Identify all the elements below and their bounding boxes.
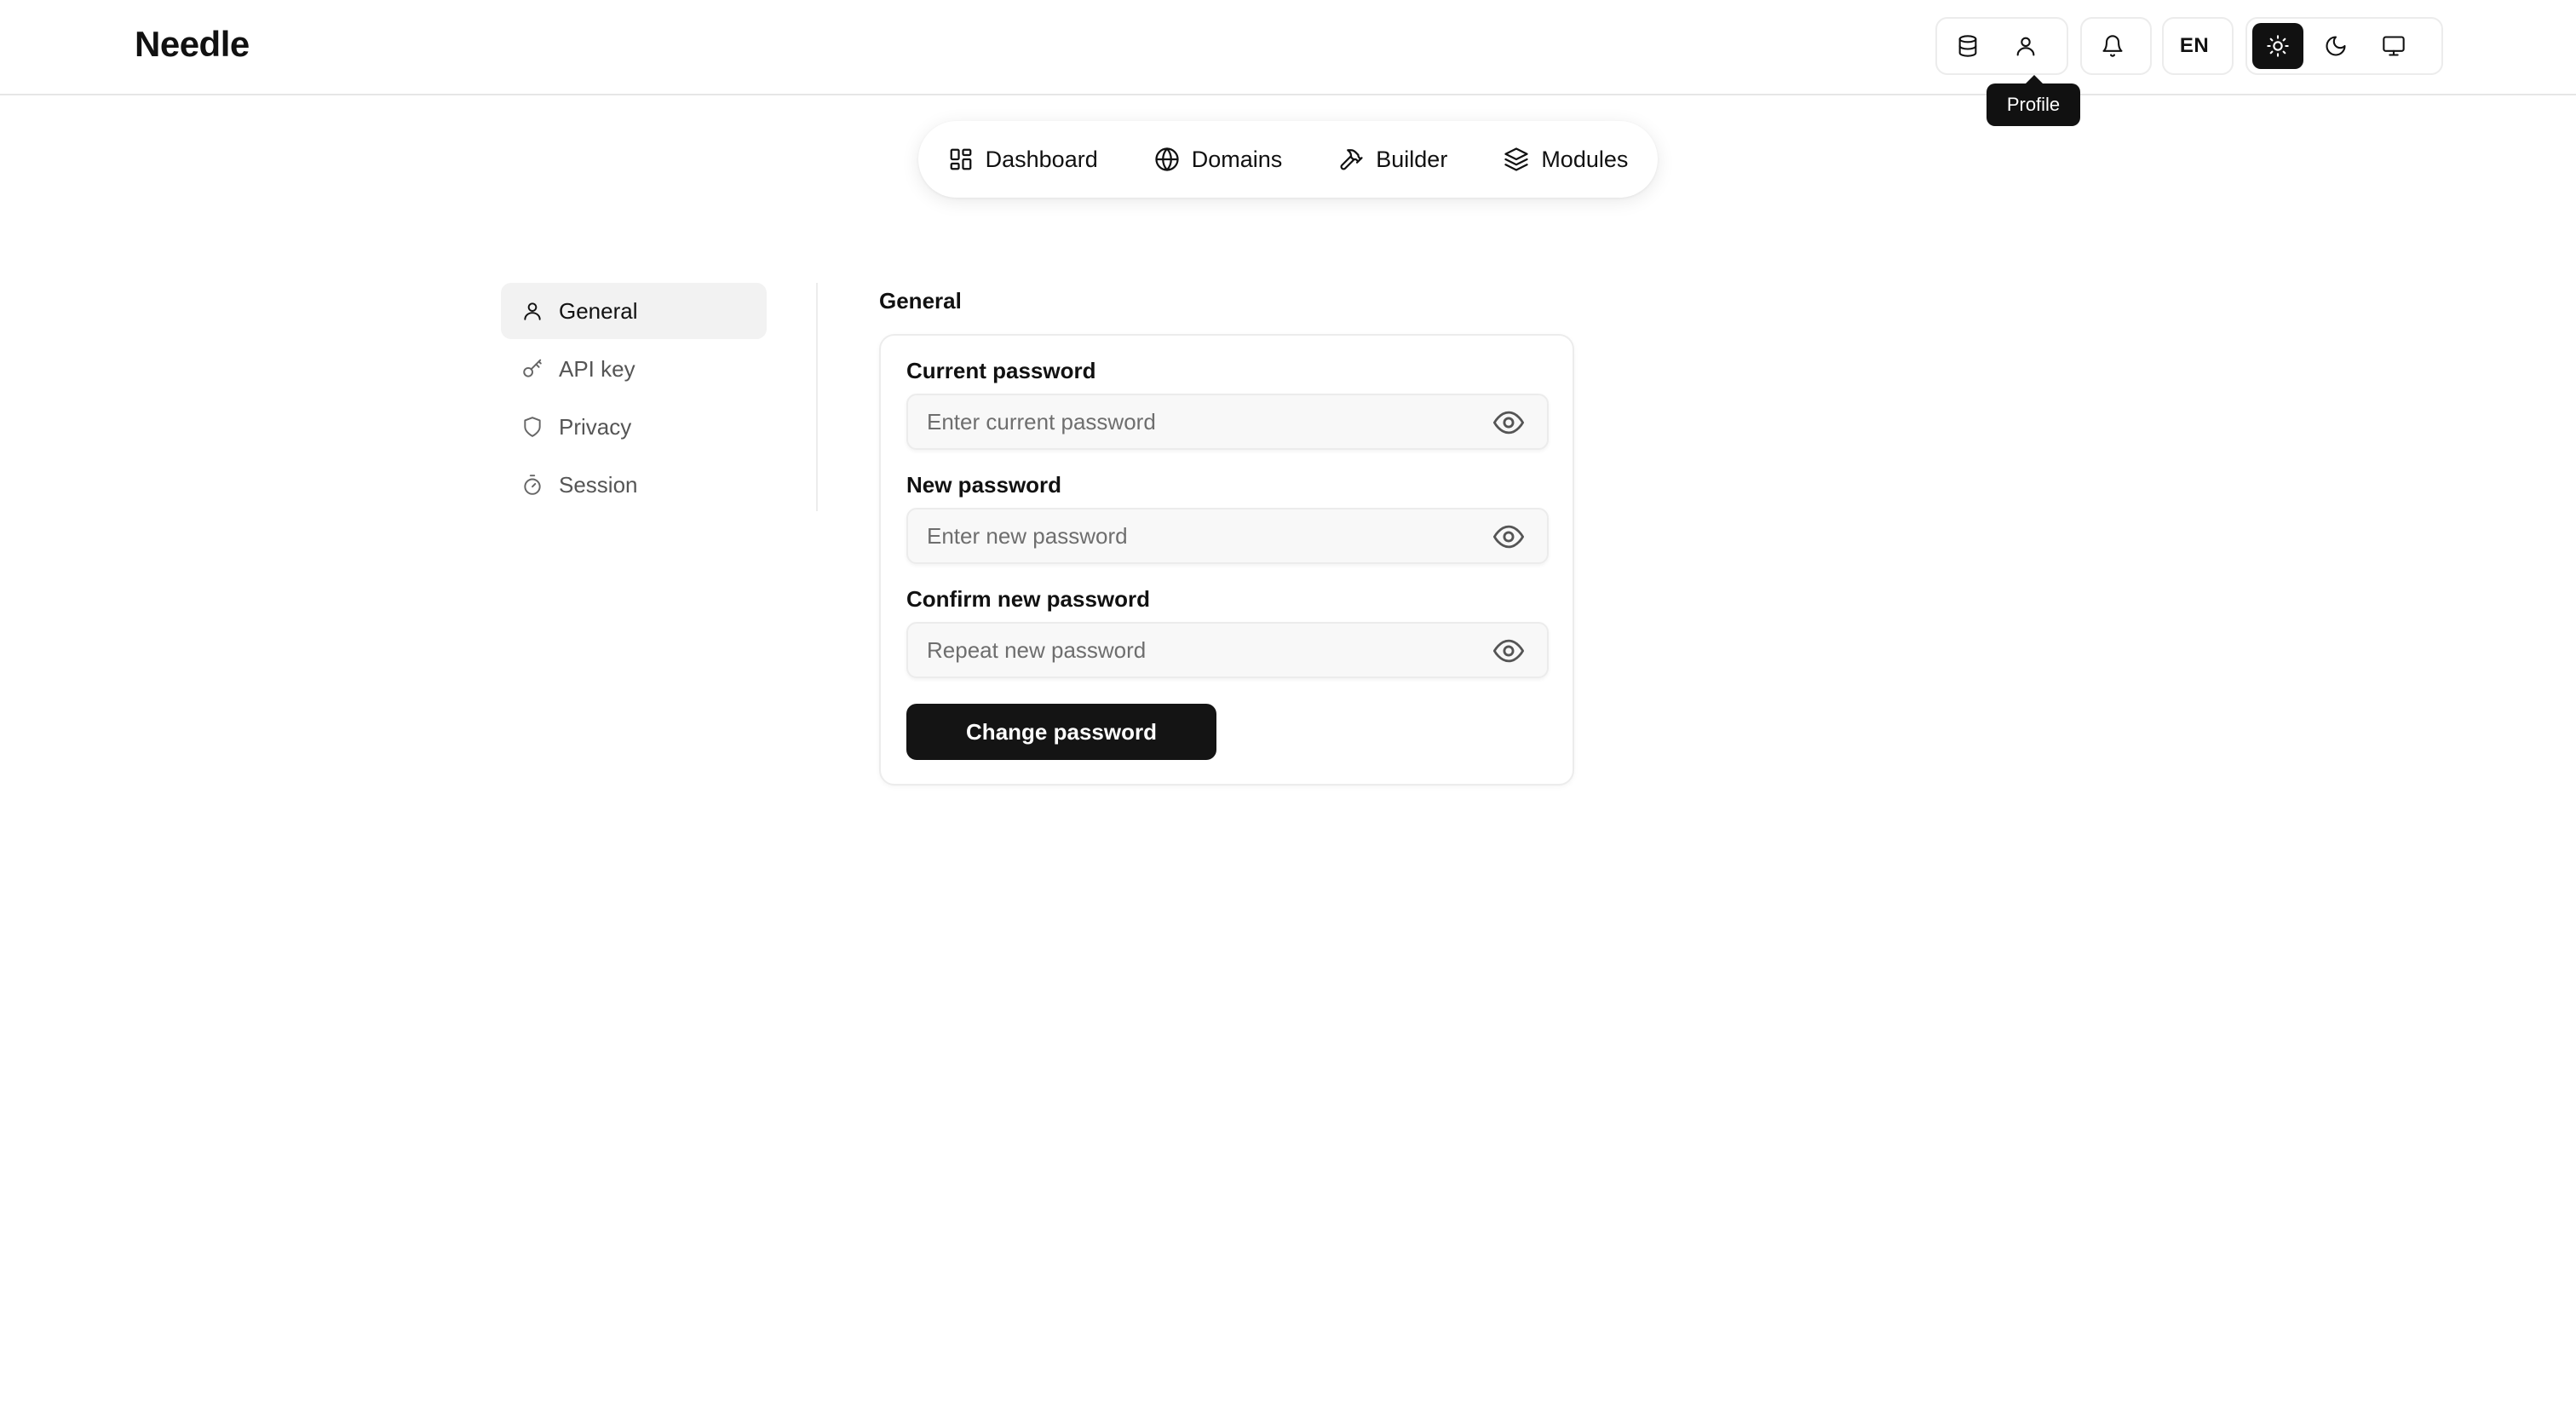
- bell-icon: [2102, 35, 2123, 57]
- sidebar-item-label: Privacy: [559, 413, 632, 440]
- user-icon: [2016, 37, 2035, 56]
- toggle-new-password-visibility[interactable]: [1492, 523, 1525, 550]
- toggle-confirm-password-visibility[interactable]: [1492, 637, 1525, 665]
- theme-system-button[interactable]: [2368, 23, 2419, 69]
- sidebar-item-label: Session: [559, 471, 638, 498]
- theme-light-button[interactable]: [2252, 23, 2303, 69]
- sidebar-item-session[interactable]: Session: [501, 457, 767, 513]
- sidebar-item-privacy[interactable]: Privacy: [501, 399, 767, 455]
- current-password-label: Current password: [906, 358, 1096, 383]
- nav-item-modules[interactable]: Modules: [1486, 138, 1645, 181]
- sidebar-item-label: API key: [559, 355, 635, 382]
- eye-icon: [1492, 525, 1525, 549]
- grid-icon: [950, 148, 971, 170]
- new-password-input[interactable]: [908, 509, 1487, 562]
- nav-label-modules: Modules: [1541, 146, 1629, 172]
- database-icon: [1958, 35, 1977, 57]
- moon-icon: [2326, 36, 2346, 56]
- notifications-button[interactable]: [2087, 23, 2138, 69]
- nav-label-domains: Domains: [1191, 146, 1283, 172]
- timer-icon: [524, 475, 541, 495]
- account-button-group: [1935, 17, 2068, 75]
- eye-icon: [1492, 411, 1525, 435]
- section-title: General: [879, 288, 962, 314]
- shield-icon: [524, 417, 541, 437]
- layers-icon: [1504, 147, 1528, 171]
- app-logo[interactable]: Needle: [135, 24, 250, 65]
- hammer-icon: [1340, 149, 1363, 170]
- nav-item-dashboard[interactable]: Dashboard: [931, 138, 1115, 181]
- theme-dark-button[interactable]: [2310, 23, 2361, 69]
- nav-label-dashboard: Dashboard: [985, 146, 1098, 172]
- sun-icon: [2267, 35, 2289, 57]
- nav-item-domains[interactable]: Domains: [1137, 138, 1300, 181]
- top-bar: Needle EN: [0, 0, 2576, 95]
- profile-button[interactable]: [2000, 23, 2051, 69]
- theme-switcher: [2245, 17, 2443, 75]
- new-password-field-wrapper: [906, 508, 1549, 564]
- confirm-password-input[interactable]: [908, 624, 1487, 676]
- sidebar-item-general[interactable]: General: [501, 283, 767, 339]
- change-password-form: Current password New password Confirm ne…: [879, 334, 1574, 786]
- confirm-password-field-wrapper: [906, 622, 1549, 678]
- database-button[interactable]: [1942, 23, 1993, 69]
- confirm-password-label: Confirm new password: [906, 586, 1151, 612]
- user-icon: [524, 302, 541, 320]
- sidebar-item-label: General: [559, 297, 638, 324]
- monitor-icon: [2383, 36, 2405, 56]
- profile-tooltip: Profile: [1987, 75, 2080, 126]
- settings-sidebar: General API key Privacy Session: [501, 283, 767, 515]
- new-password-label: New password: [906, 472, 1062, 498]
- language-group: EN: [2162, 17, 2234, 75]
- sidebar-item-api-key[interactable]: API key: [501, 341, 767, 397]
- nav-label-builder: Builder: [1376, 146, 1448, 172]
- current-password-input[interactable]: [908, 395, 1487, 448]
- change-password-button[interactable]: Change password: [906, 704, 1216, 760]
- toggle-current-password-visibility[interactable]: [1492, 409, 1525, 436]
- main-navigation: Dashboard Domains Builder Modules: [918, 121, 1658, 198]
- nav-item-builder[interactable]: Builder: [1321, 138, 1464, 181]
- key-icon: [523, 359, 542, 377]
- language-button[interactable]: EN: [2169, 23, 2220, 69]
- notifications-group: [2080, 17, 2152, 75]
- language-label: EN: [2179, 34, 2210, 57]
- current-password-field-wrapper: [906, 394, 1549, 450]
- eye-icon: [1492, 639, 1525, 663]
- sidebar-divider: [816, 283, 818, 511]
- globe-icon: [1155, 147, 1179, 171]
